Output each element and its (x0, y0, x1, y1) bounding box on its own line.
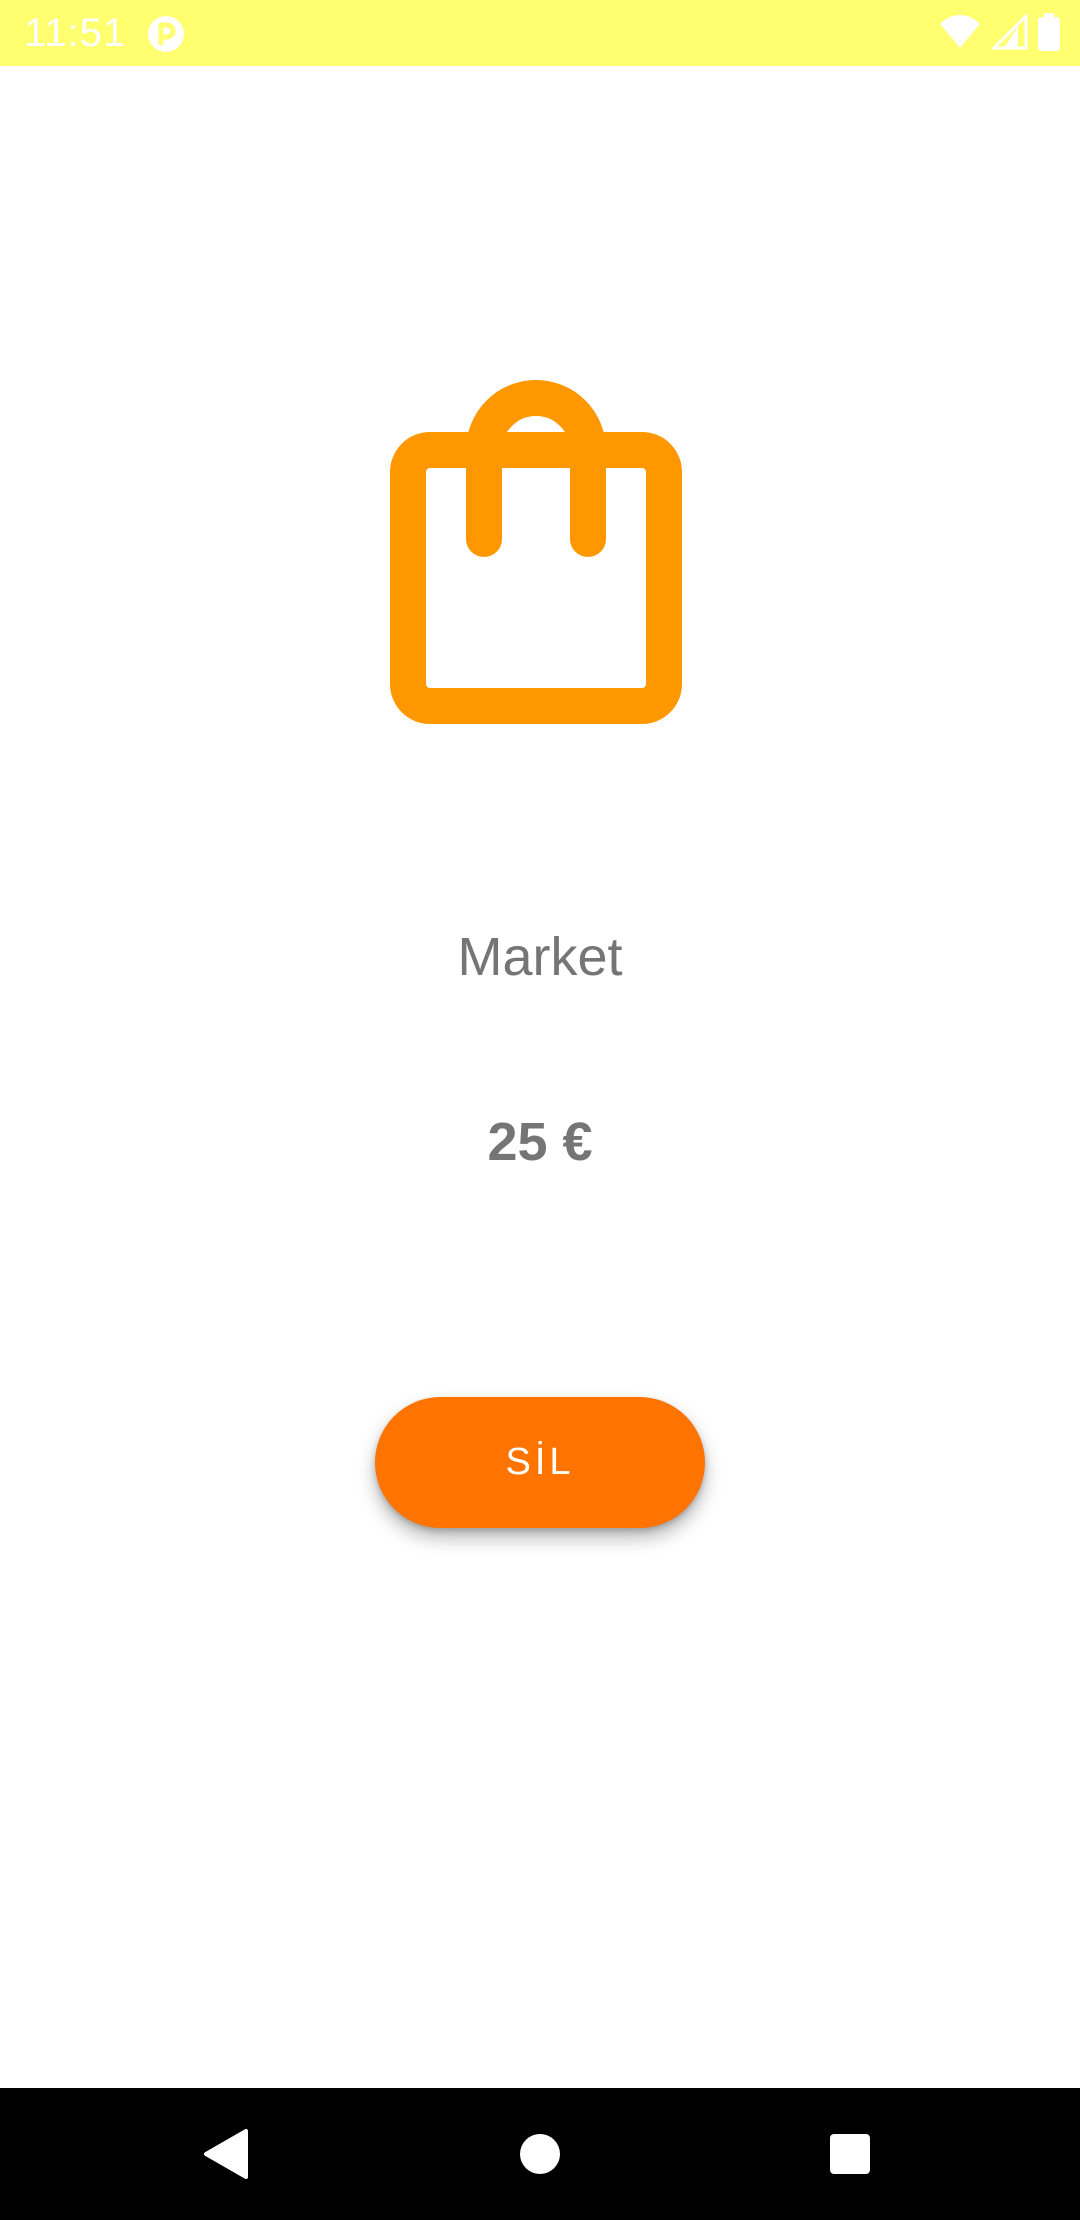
home-icon[interactable] (504, 2118, 576, 2190)
cellular-signal-icon (990, 11, 1028, 55)
delete-button[interactable]: SİL (375, 1397, 705, 1528)
navigation-bar (0, 2088, 1080, 2220)
wifi-icon (938, 14, 982, 55)
status-icons (938, 11, 1060, 56)
app-notification-icon (146, 14, 186, 54)
status-time: 11:51 (24, 11, 127, 55)
shopping-bag-icon (390, 376, 690, 746)
expense-amount: 25 € (487, 1112, 593, 1172)
expense-detail-screen: 11:51 Market 25 € SİL (0, 0, 1080, 2220)
status-bar: 11:51 (0, 0, 1080, 66)
expense-category: Market (457, 927, 623, 987)
battery-icon (1038, 12, 1060, 56)
recents-icon[interactable] (814, 2118, 886, 2190)
back-icon[interactable] (190, 2118, 262, 2190)
